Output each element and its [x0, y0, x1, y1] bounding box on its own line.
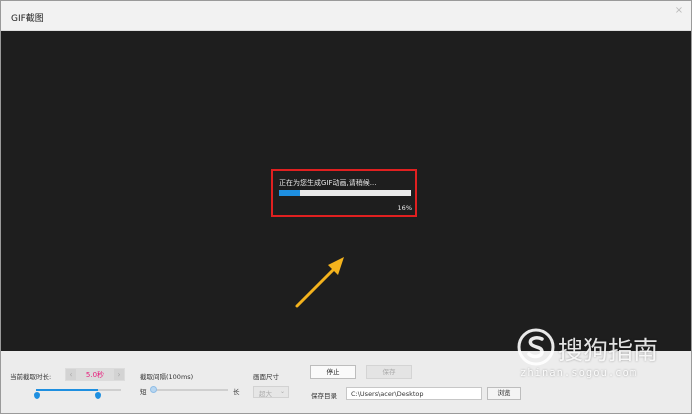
- browse-button[interactable]: 浏览: [487, 387, 521, 400]
- duration-slider-end-handle[interactable]: [95, 392, 101, 399]
- interval-short-label: 短: [140, 388, 147, 396]
- size-select[interactable]: 超大 ⌄: [253, 386, 289, 398]
- watermark-brand: 搜狗指南: [558, 336, 659, 365]
- progress-bar: [279, 190, 411, 196]
- save-dir-input[interactable]: [346, 387, 482, 400]
- progress-message: 正在为您生成GIF动画,请稍候...: [279, 179, 377, 187]
- duration-label: 当前截取时长:: [10, 373, 52, 381]
- save-button[interactable]: 保存: [366, 365, 412, 379]
- interval-slider-handle[interactable]: [150, 386, 157, 393]
- watermark-url: zhinan.sogou.com: [520, 367, 638, 379]
- size-label: 画面尺寸: [253, 373, 279, 381]
- duration-slider-start-handle[interactable]: [34, 392, 40, 399]
- chevron-down-icon: ⌄: [279, 388, 285, 395]
- duration-prev-icon[interactable]: ‹: [66, 369, 76, 380]
- progress-dialog: 正在为您生成GIF动画,请稍候... 16%: [271, 169, 417, 217]
- annotation-arrow-icon: [295, 257, 344, 308]
- duration-stepper: ‹ 5.0秒 ›: [65, 368, 125, 381]
- stop-button[interactable]: 停止: [310, 365, 356, 379]
- size-select-value: 超大: [259, 390, 272, 398]
- interval-slider-track[interactable]: [152, 389, 228, 391]
- preview-area: 正在为您生成GIF动画,请稍候... 16%: [1, 31, 691, 351]
- window-title: GIF截图: [11, 14, 44, 24]
- watermark: 搜狗指南 zhinan.sogou.com: [516, 327, 676, 379]
- interval-label: 截取间隔(100ms): [140, 373, 194, 381]
- gif-capture-window: GIF截图 × 正在为您生成GIF动画,请稍候... 16% 当前截取时长: ‹…: [0, 0, 692, 414]
- duration-next-icon[interactable]: ›: [114, 369, 124, 380]
- progress-bar-fill: [279, 190, 301, 196]
- interval-long-label: 长: [233, 388, 240, 396]
- duration-slider-range: [36, 389, 98, 391]
- progress-percent: 16%: [397, 204, 412, 212]
- close-icon[interactable]: ×: [673, 5, 685, 17]
- title-bar[interactable]: GIF截图 ×: [1, 1, 691, 31]
- save-dir-label: 保存目录: [311, 392, 337, 400]
- duration-value: 5.0秒: [85, 371, 105, 379]
- sogou-logo-icon: [517, 328, 555, 366]
